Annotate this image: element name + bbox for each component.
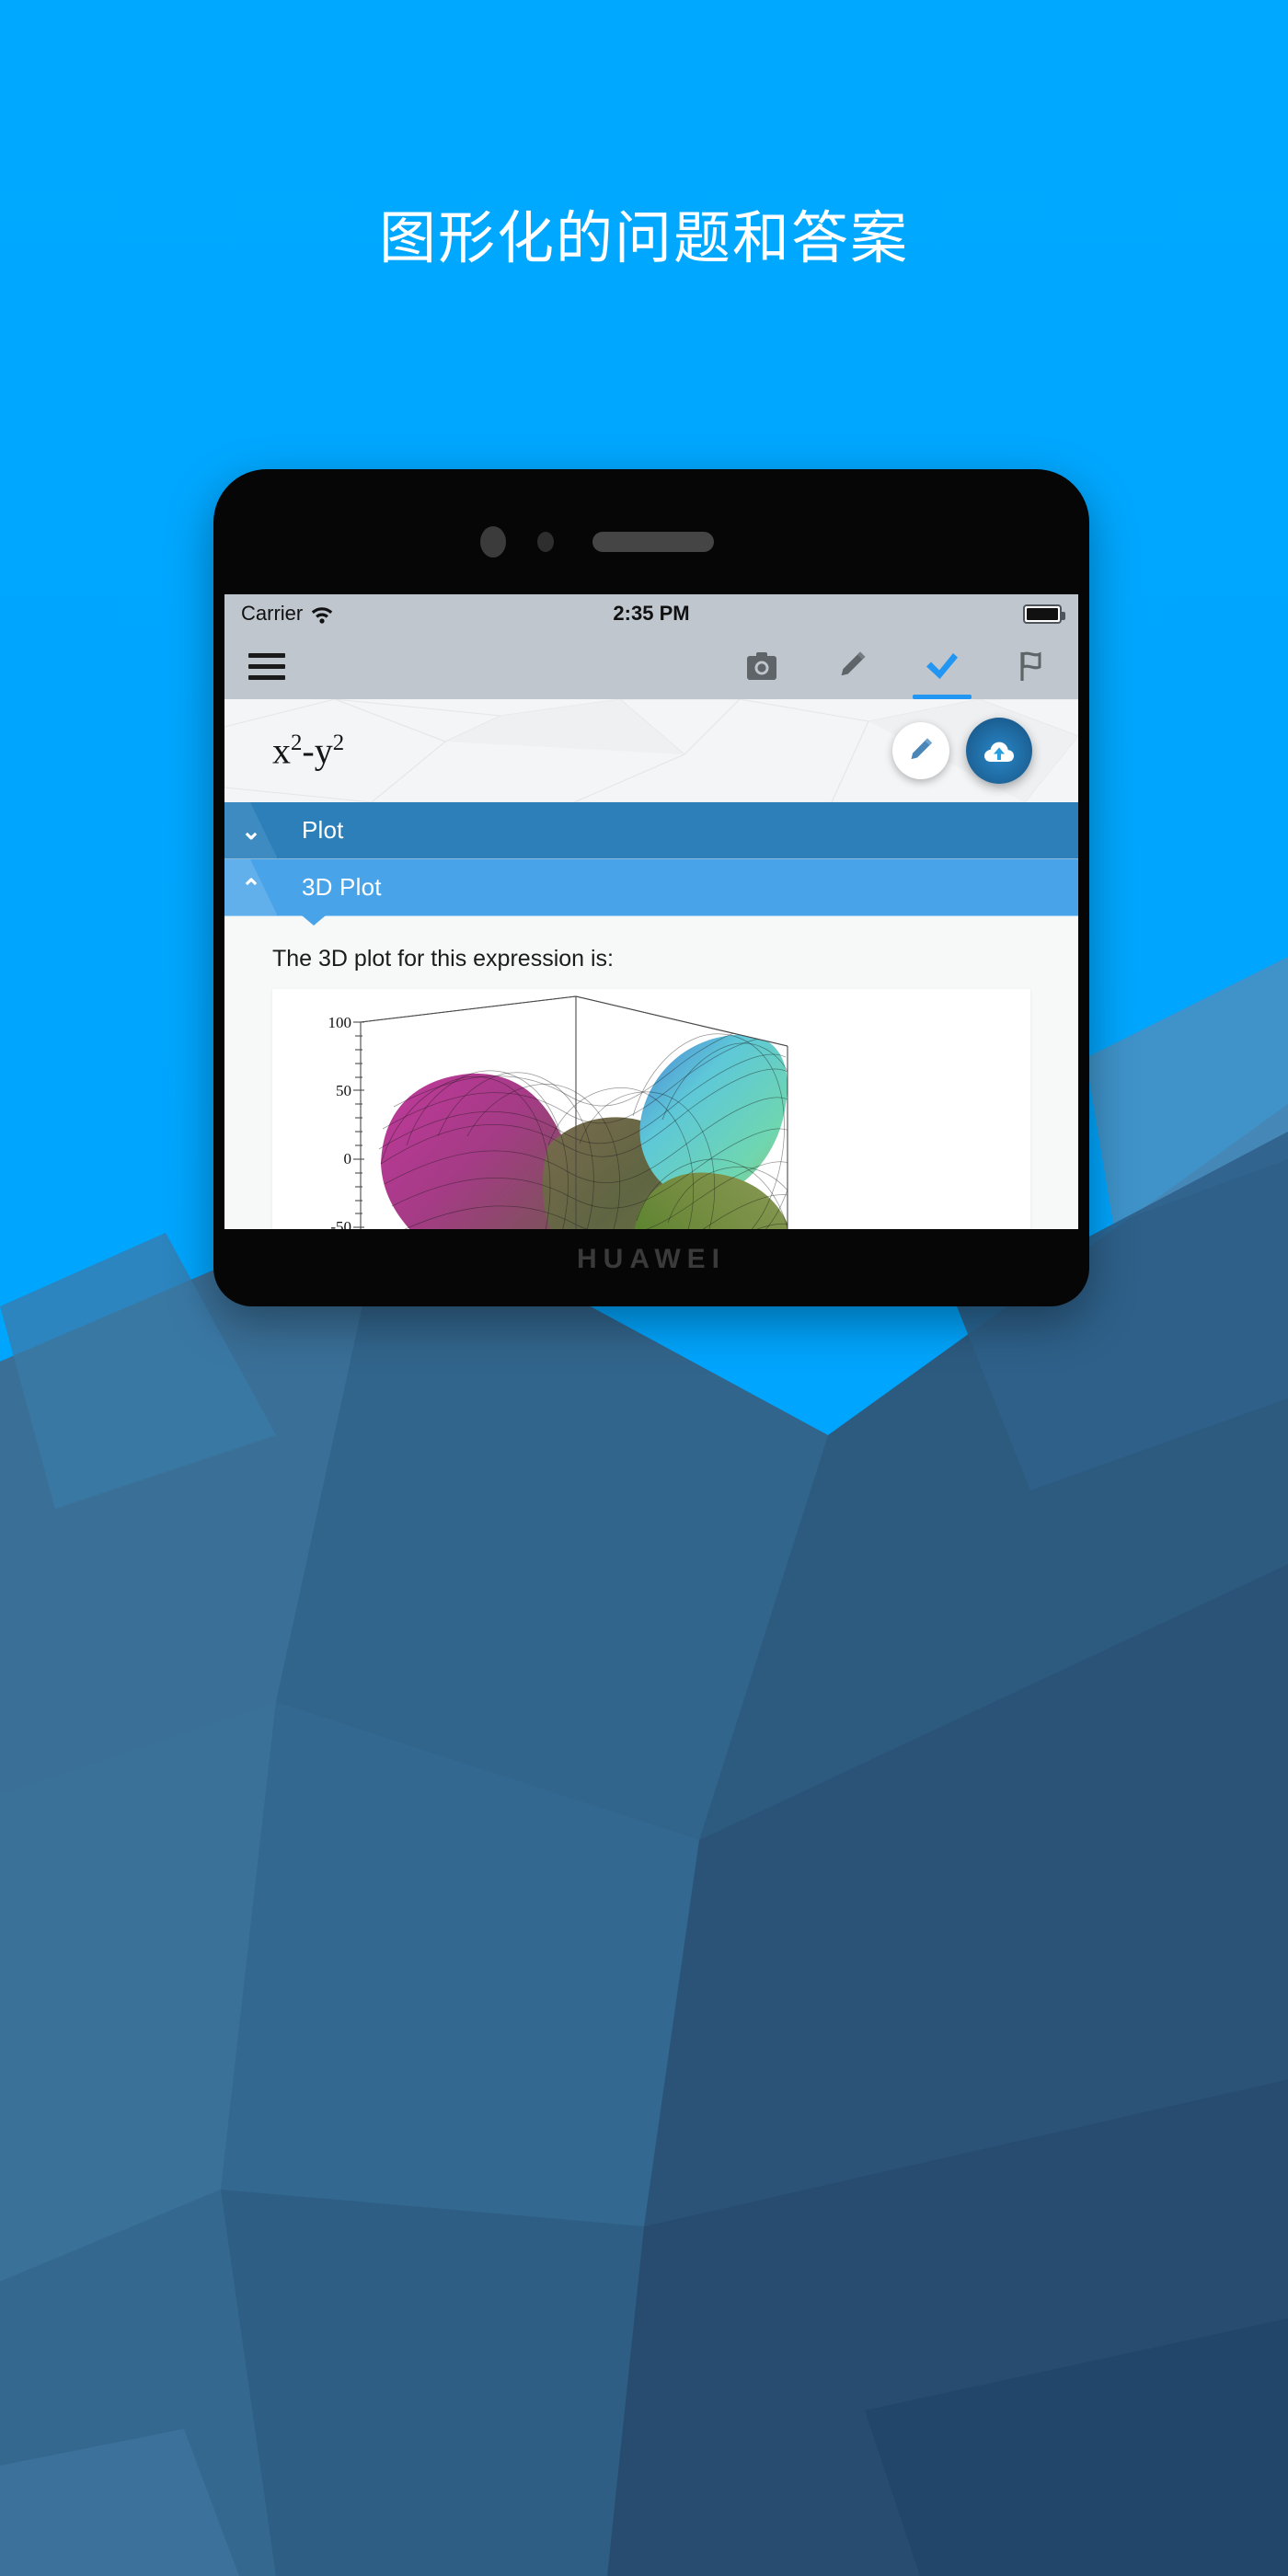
expression-base1: x: [272, 730, 291, 772]
phone-device-frame: Carrier 2:35 PM x2-y2 ⌄ Plot ⌃ 3D Plot T…: [213, 469, 1089, 1306]
expression-display[interactable]: x2-y2: [272, 730, 344, 773]
tab-flag[interactable]: [1010, 642, 1054, 690]
hamburger-menu-icon[interactable]: [248, 652, 285, 680]
saddle-surface-plot: 100 50 0 -50 -100: [272, 989, 1030, 1229]
chevron-up-icon[interactable]: ⌃: [224, 859, 278, 916]
earpiece-speaker-icon: [592, 532, 714, 552]
z-tick-50: 50: [336, 1082, 351, 1099]
3d-plot-figure[interactable]: 100 50 0 -50 -100: [272, 989, 1030, 1229]
toolbar-tabs: [740, 642, 1054, 699]
check-icon: [926, 653, 958, 679]
section-label: 3D Plot: [302, 873, 382, 901]
status-bar: Carrier 2:35 PM: [224, 594, 1078, 633]
tab-camera[interactable]: [740, 642, 784, 690]
phone-top-bezel: [213, 469, 1089, 594]
flag-icon: [1020, 651, 1041, 681]
expression-base2: y: [314, 730, 333, 772]
z-tick-100: 100: [328, 1014, 352, 1031]
camera-icon: [747, 652, 776, 680]
expression-panel: x2-y2: [224, 699, 1078, 802]
expression-exp1: 2: [291, 730, 303, 756]
cloud-upload-icon: [984, 742, 1014, 762]
battery-full-icon: [1023, 604, 1065, 624]
device-brand-label: HUAWEI: [577, 1244, 726, 1274]
app-toolbar: [224, 633, 1078, 699]
section-expanded-pointer: [302, 915, 326, 926]
upload-button[interactable]: [966, 718, 1032, 784]
section-header-3d-plot[interactable]: ⌃ 3D Plot: [224, 859, 1078, 926]
phone-screen: Carrier 2:35 PM x2-y2 ⌄ Plot ⌃ 3D Plot T…: [224, 594, 1078, 1229]
pencil-icon: [911, 738, 932, 760]
front-camera-icon: [480, 526, 506, 558]
status-bar-time: 2:35 PM: [613, 602, 690, 625]
chevron-down-icon[interactable]: ⌄: [224, 802, 278, 859]
tab-draw[interactable]: [830, 642, 874, 690]
section-header-plot[interactable]: ⌄ Plot: [224, 802, 1078, 859]
proximity-sensor-icon: [537, 532, 554, 552]
expression-exp2: 2: [332, 730, 345, 756]
section-label: Plot: [302, 816, 344, 844]
promo-headline: 图形化的问题和答案: [378, 204, 909, 271]
z-tick-neg50: -50: [330, 1218, 351, 1229]
plot-caption: The 3D plot for this expression is:: [272, 946, 614, 972]
z-tick-0: 0: [344, 1150, 352, 1167]
pencil-icon: [841, 651, 866, 676]
polygon-texture-background: [224, 699, 1078, 802]
edit-expression-button[interactable]: [892, 722, 949, 779]
tab-solve[interactable]: [913, 642, 972, 699]
expression-operator: -: [302, 730, 315, 772]
3d-plot-body: The 3D plot for this expression is: 100 …: [224, 916, 1078, 1229]
